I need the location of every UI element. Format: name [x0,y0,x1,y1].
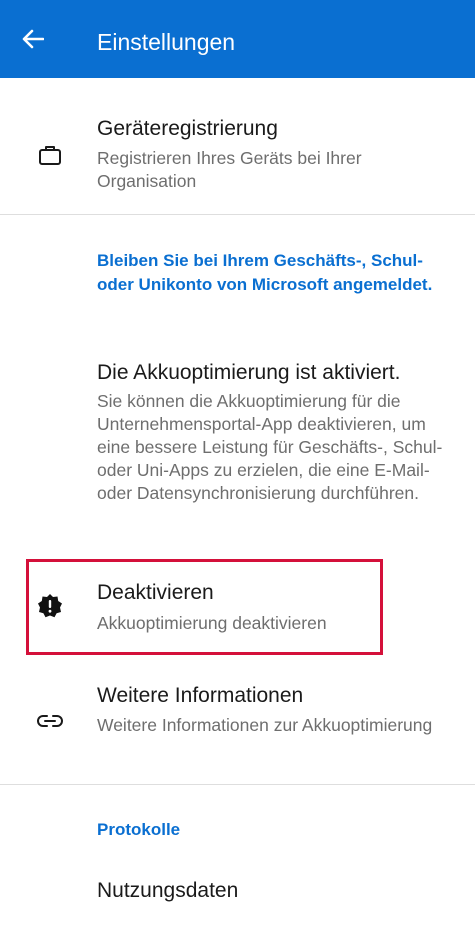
device-registration-item[interactable]: Geräteregistrierung Registrieren Ihres G… [0,100,475,214]
link-icon [36,707,64,735]
device-registration-title: Geräteregistrierung [97,117,278,140]
usage-data-title: Nutzungsdaten [97,879,239,902]
usage-data-item[interactable]: Nutzungsdaten [0,866,475,916]
briefcase-icon [36,141,64,169]
deactivate-item[interactable]: Deaktivieren Akkuoptimierung deaktiviere… [0,562,475,652]
device-registration-subtitle: Registrieren Ihres Geräts bei Ihrer Orga… [97,148,362,191]
deactivate-subtitle: Akkuoptimierung deaktivieren [97,613,327,633]
more-info-item[interactable]: Weitere Informationen Weitere Informatio… [0,672,475,782]
more-info-subtitle: Weitere Informationen zur Akkuoptimierun… [97,715,433,735]
divider [0,784,475,785]
app-bar: Einstellungen [0,0,475,78]
deactivate-title: Deaktivieren [97,581,214,604]
battery-status-text: Sie können die Akkuoptimierung für die U… [97,391,443,503]
page-title: Einstellungen [97,29,236,55]
arrow-left-icon [22,29,44,49]
divider [0,214,475,215]
logs-section-heading: Protokolle [97,820,181,839]
back-button[interactable] [16,22,50,56]
battery-section-heading: Bleiben Sie bei Ihrem Geschäfts-, Schul-… [97,251,433,294]
battery-status-title: Die Akkuoptimierung ist aktiviert. [97,361,401,384]
alert-badge-icon [36,592,64,620]
more-info-title: Weitere Informationen [97,684,304,707]
